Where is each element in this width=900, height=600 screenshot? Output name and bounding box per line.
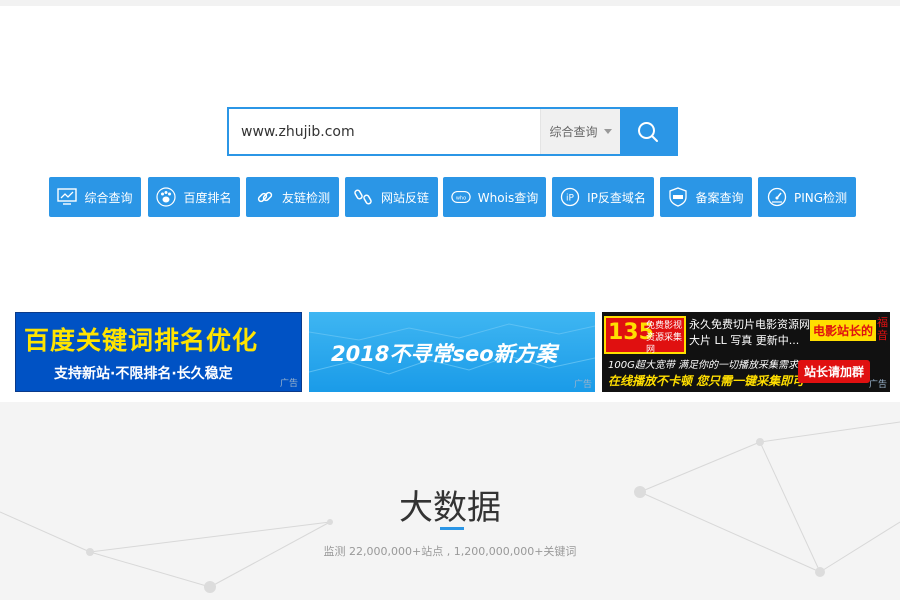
tool-whois-query[interactable]: who Whois查询: [443, 177, 546, 217]
svg-text:iP: iP: [566, 194, 575, 204]
ad-tag: 广告: [868, 380, 887, 390]
tool-label: 百度排名: [183, 190, 232, 205]
ad-banner-seo-plan[interactable]: 2018不寻常seo新方案 广告: [309, 312, 595, 392]
ad-tagline: 支持新站·不限排名·长久稳定: [54, 366, 233, 382]
broken-link-icon: [354, 187, 374, 207]
ad-tag: 广告: [279, 379, 298, 389]
tool-label: IP反查域名: [587, 190, 646, 205]
ad-headline: 百度关键词排名优化: [24, 326, 259, 355]
ad-line: 100G超大宽带 满足你的一切播放采集需求！: [608, 360, 809, 371]
svg-text:who: who: [456, 195, 466, 201]
section-subtitle: 监测 22,000,000+站点 , 1,200,000,000+关键词: [323, 545, 577, 558]
query-type-select[interactable]: 综合查询: [540, 109, 620, 154]
tool-label: PING检测: [793, 190, 848, 205]
ad-vertical-label: 福音: [877, 316, 888, 342]
query-type-label: 综合查询: [549, 125, 598, 139]
ad-headline: 2018不寻常seo新方案: [331, 342, 557, 366]
whois-cloud-icon: who: [451, 187, 471, 207]
chain-link-icon: [255, 187, 275, 207]
tool-label: Whois查询: [477, 190, 539, 205]
ad-side-label: 电影站长的: [809, 320, 876, 341]
search-icon: [638, 121, 658, 142]
tool-comprehensive-query[interactable]: 综合查询: [49, 177, 141, 217]
icp-shield-icon: [668, 187, 688, 207]
ad-logo-text: 免费影视资源采集网: [646, 321, 683, 355]
ad-line: 在线播放不卡顿 您只需一键采集即可: [608, 374, 805, 388]
ad-tag: 广告: [573, 380, 592, 390]
tool-backlinks[interactable]: 网站反链: [345, 177, 438, 217]
ip-pin-icon: iP: [560, 187, 580, 207]
tool-buttons: 综合查询 百度排名 友链检测 网站反链 who Whois查询 iP IP反查域…: [49, 177, 859, 217]
ad-join-group-button: 站长请加群: [797, 360, 870, 383]
tool-label: 综合查询: [84, 190, 133, 205]
search-bar: 综合查询: [227, 107, 678, 156]
ad-line: 大片 LL 写真 更新中...: [689, 334, 800, 347]
tool-label: 网站反链: [380, 190, 429, 205]
title-underline: [440, 527, 464, 530]
ad-logo-box: 135 免费影视资源采集网: [604, 316, 686, 355]
monitor-chart-icon: [57, 187, 78, 207]
chevron-down-icon: [603, 129, 612, 134]
tool-icp-query[interactable]: 备案查询: [660, 177, 752, 217]
search-button[interactable]: [620, 109, 676, 154]
top-strip: [0, 0, 900, 6]
tool-ping-check[interactable]: PING检测: [758, 177, 856, 217]
tool-baidu-rank[interactable]: 百度排名: [148, 177, 240, 217]
section-title: 大数据: [399, 488, 501, 528]
bigdata-section: 大数据 监测 22,000,000+站点 , 1,200,000,000+关键词: [0, 402, 900, 600]
baidu-paw-icon: [156, 187, 177, 207]
tool-friend-link-check[interactable]: 友链检测: [246, 177, 339, 217]
tool-label: 友链检测: [281, 190, 330, 205]
ad-banner-keyword-ranking[interactable]: 百度关键词排名优化 支持新站·不限排名·长久稳定 广告: [15, 312, 302, 392]
ad-banner-movie-resources[interactable]: 135 免费影视资源采集网 永久免费切片电影资源网 大片 LL 写真 更新中..…: [602, 312, 890, 392]
gauge-icon: [767, 187, 787, 207]
tool-ip-reverse[interactable]: iP IP反查域名: [552, 177, 654, 217]
tool-label: 备案查询: [695, 190, 744, 205]
search-input[interactable]: [229, 109, 540, 154]
ad-line: 永久免费切片电影资源网: [689, 318, 810, 331]
